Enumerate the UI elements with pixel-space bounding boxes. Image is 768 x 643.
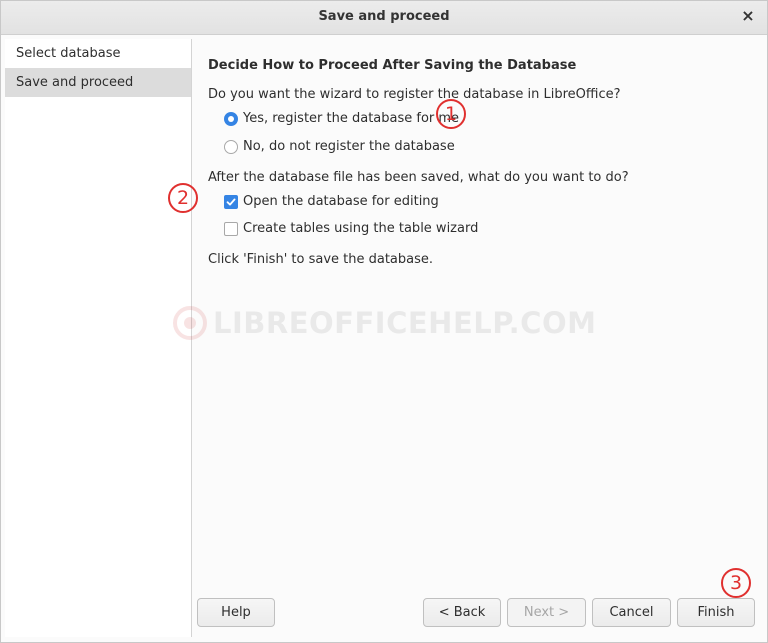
watermark: LIBREOFFICEHELP.COM: [173, 303, 603, 343]
back-button[interactable]: < Back: [423, 598, 501, 627]
radio-register-no[interactable]: No, do not register the database: [224, 138, 455, 156]
wizard-dialog: Save and proceed × Select database Save …: [0, 0, 768, 643]
radio-register-yes-label: Yes, register the database for me: [243, 111, 460, 126]
checkbox-create-tables[interactable]: Create tables using the table wizard: [224, 220, 478, 238]
checkbox-open-for-editing[interactable]: Open the database for editing: [224, 193, 439, 211]
radio-register-yes[interactable]: Yes, register the database for me: [224, 110, 459, 128]
title-bar: Save and proceed ×: [1, 1, 767, 35]
radio-register-no-label: No, do not register the database: [243, 139, 455, 154]
radio-checked-icon[interactable]: [224, 112, 238, 126]
close-icon[interactable]: ×: [739, 7, 757, 25]
watermark-logo-icon: [173, 306, 207, 340]
radio-unchecked-icon[interactable]: [224, 140, 238, 154]
help-button[interactable]: Help: [197, 598, 275, 627]
cancel-button[interactable]: Cancel: [592, 598, 671, 627]
register-question: Do you want the wizard to register the d…: [208, 87, 621, 102]
wizard-steps-sidebar: Select database Save and proceed: [5, 39, 192, 637]
after-save-question: After the database file has been saved, …: [208, 170, 629, 185]
sidebar-item-select-database[interactable]: Select database: [5, 39, 191, 68]
checkbox-open-for-editing-label: Open the database for editing: [243, 194, 439, 209]
checkbox-checked-icon[interactable]: [224, 195, 238, 209]
sidebar-item-save-and-proceed[interactable]: Save and proceed: [5, 68, 191, 97]
next-button[interactable]: Next >: [507, 598, 586, 627]
annotation-3: 3: [721, 568, 751, 598]
page-heading: Decide How to Proceed After Saving the D…: [208, 58, 577, 73]
finish-button[interactable]: Finish: [677, 598, 755, 627]
finish-hint: Click 'Finish' to save the database.: [208, 252, 434, 267]
checkbox-unchecked-icon[interactable]: [224, 222, 238, 236]
dialog-title: Save and proceed: [318, 9, 450, 24]
checkbox-create-tables-label: Create tables using the table wizard: [243, 221, 479, 236]
watermark-text: LIBREOFFICEHELP.COM: [213, 306, 597, 340]
annotation-1: 1: [436, 99, 466, 129]
annotation-2: 2: [168, 183, 198, 213]
